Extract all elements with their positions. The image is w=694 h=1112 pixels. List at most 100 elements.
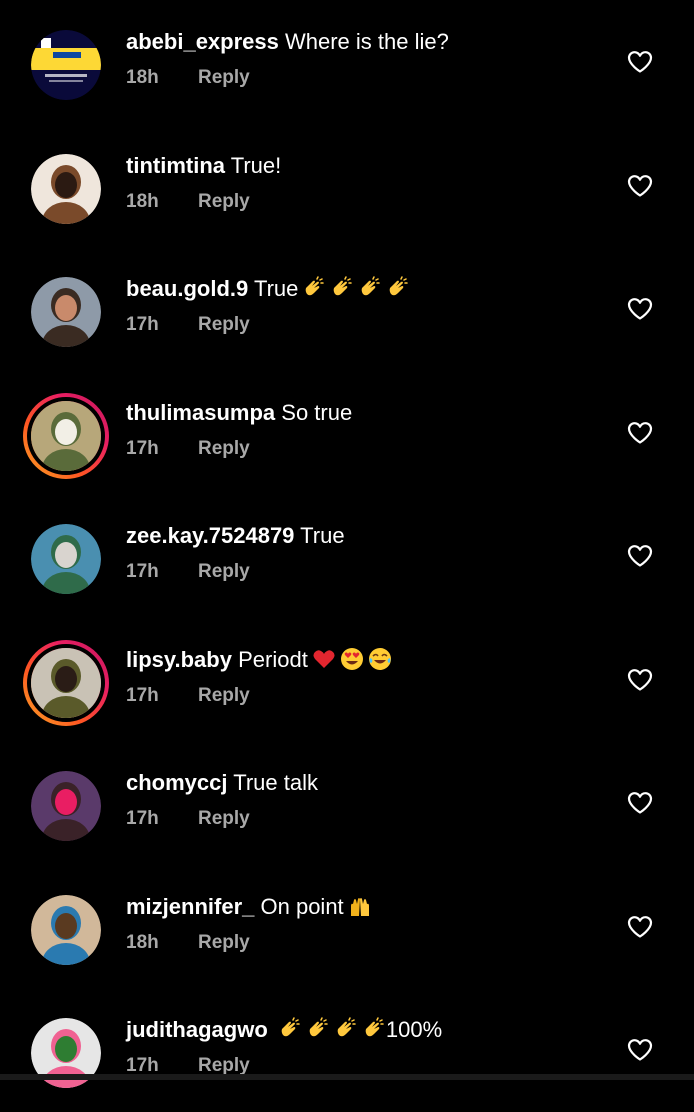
clapping-hands-emoji — [334, 1017, 358, 1041]
profile-photo-avatar — [27, 643, 105, 722]
comment-text: True! — [230, 152, 282, 178]
heart-icon[interactable] — [627, 1038, 653, 1062]
tears-of-joy-emoji — [368, 647, 392, 671]
comment-item: beau.gold.9 True 17h Reply — [0, 247, 694, 371]
avatar[interactable] — [31, 524, 101, 594]
heart-icon[interactable] — [627, 297, 653, 321]
clapping-hands-emoji — [386, 276, 410, 300]
comment-timestamp: 17h — [126, 314, 159, 335]
abebi-express-logo-avatar — [31, 30, 101, 100]
comment-text: So true — [281, 399, 353, 425]
clapping-hands-emoji — [302, 276, 326, 300]
comment-item: lipsy.baby Periodt 17h Reply — [0, 618, 694, 742]
comment-meta: 18h Reply — [126, 931, 250, 955]
comment-username[interactable]: tintimtina — [126, 153, 225, 178]
avatar-with-story-ring[interactable] — [23, 392, 109, 479]
reply-button[interactable]: Reply — [198, 191, 250, 212]
reply-button[interactable]: Reply — [198, 1055, 250, 1076]
avatar[interactable] — [31, 771, 101, 841]
comment-username[interactable]: thulimasumpa — [126, 400, 275, 425]
comment-meta: 17h Reply — [126, 437, 250, 461]
comment-meta: 17h Reply — [126, 313, 250, 337]
comment-timestamp: 17h — [126, 561, 159, 582]
profile-photo-avatar — [31, 153, 101, 224]
comment-body: abebi_express Where is the lie? — [126, 28, 449, 56]
comment-body: lipsy.baby Periodt — [126, 646, 392, 674]
reply-button[interactable]: Reply — [198, 67, 250, 88]
reply-button[interactable]: Reply — [198, 314, 250, 335]
comment-body: judithagagwo 100% — [126, 1016, 442, 1044]
comment-timestamp: 17h — [126, 437, 159, 459]
comment-username[interactable]: lipsy.baby — [126, 647, 232, 672]
comment-text: Where is the lie? — [285, 29, 449, 54]
avatar[interactable] — [31, 30, 101, 100]
profile-photo-avatar — [31, 771, 101, 841]
comment-username[interactable]: zee.kay.7524879 — [126, 523, 294, 548]
comment-body: tintimtina True! — [126, 152, 281, 180]
heart-icon[interactable] — [627, 915, 653, 939]
clapping-hands-emoji — [362, 1017, 386, 1041]
clapping-hands-emoji — [330, 276, 354, 300]
comment-text: True — [253, 276, 299, 301]
comment-meta: 17h Reply — [126, 807, 250, 831]
avatar[interactable] — [31, 153, 101, 224]
comment-item: thulimasumpa So true 17h Reply — [0, 371, 694, 495]
reply-button[interactable]: Reply — [198, 561, 250, 582]
heart-icon[interactable] — [627, 544, 653, 568]
comment-username[interactable]: abebi_express — [126, 29, 279, 54]
profile-photo-avatar — [31, 524, 101, 594]
comment-body: mizjennifer_ On point — [126, 893, 372, 921]
comment-text: 100% — [385, 1017, 443, 1042]
comment-text: Periodt — [238, 646, 308, 672]
heart-icon[interactable] — [627, 421, 653, 445]
comment-text: True talk — [233, 770, 318, 795]
comment-body: thulimasumpa So true — [126, 399, 352, 427]
comment-timestamp: 17h — [126, 684, 159, 706]
profile-photo-avatar — [27, 396, 105, 475]
comment-timestamp: 18h — [126, 190, 159, 212]
comment-item: zee.kay.7524879 True 17h Reply — [0, 494, 694, 618]
heart-icon[interactable] — [627, 50, 653, 74]
comment-item: judithagagwo 100% 17h Reply — [0, 988, 694, 1112]
comment-meta: 17h Reply — [126, 560, 250, 584]
heart-eyes-emoji — [340, 647, 364, 671]
comment-item: chomyccj True talk 17h Reply — [0, 741, 694, 865]
clapping-hands-emoji — [358, 276, 382, 300]
reply-button[interactable]: Reply — [198, 685, 250, 706]
comment-timestamp: 17h — [126, 808, 159, 829]
comment-item: mizjennifer_ On point 18h Reply — [0, 865, 694, 989]
raising-hands-emoji — [348, 894, 372, 918]
comment-username[interactable]: chomyccj — [126, 770, 228, 795]
comment-body: beau.gold.9 True — [126, 275, 410, 303]
heart-icon[interactable] — [627, 791, 653, 815]
profile-photo-avatar — [31, 894, 101, 965]
reply-button[interactable]: Reply — [198, 438, 250, 459]
reply-button[interactable]: Reply — [198, 932, 250, 953]
clapping-hands-emoji — [278, 1017, 302, 1041]
clapping-hands-emoji — [306, 1017, 330, 1041]
heart-icon[interactable] — [627, 174, 653, 198]
comment-body: zee.kay.7524879 True — [126, 522, 345, 550]
comment-text: On point — [260, 893, 344, 919]
comment-text: True — [300, 523, 345, 548]
comment-username[interactable]: beau.gold.9 — [126, 276, 248, 301]
heart-icon[interactable] — [627, 668, 653, 692]
avatar[interactable] — [31, 894, 101, 965]
avatar-with-story-ring[interactable] — [23, 639, 109, 726]
avatar[interactable] — [31, 277, 101, 347]
reply-button[interactable]: Reply — [198, 808, 250, 829]
comment-item: abebi_express Where is the lie? 18h Reply — [0, 0, 694, 124]
comment-meta: 18h Reply — [126, 190, 250, 214]
comment-username[interactable]: judithagagwo — [126, 1017, 268, 1042]
comment-timestamp: 18h — [126, 931, 159, 953]
comment-timestamp: 18h — [126, 67, 159, 88]
comment-body: chomyccj True talk — [126, 769, 318, 797]
comment-meta: 17h Reply — [126, 684, 250, 708]
comment-list: abebi_express Where is the lie? 18h Reply t… — [0, 0, 694, 1088]
bottom-scroll-edge — [0, 1074, 694, 1080]
comment-meta: 18h Reply — [126, 66, 250, 90]
comment-username[interactable]: mizjennifer_ — [126, 894, 254, 919]
red-heart-emoji — [312, 647, 336, 671]
comment-item: tintimtina True! 18h Reply — [0, 124, 694, 248]
profile-photo-avatar — [31, 277, 101, 347]
